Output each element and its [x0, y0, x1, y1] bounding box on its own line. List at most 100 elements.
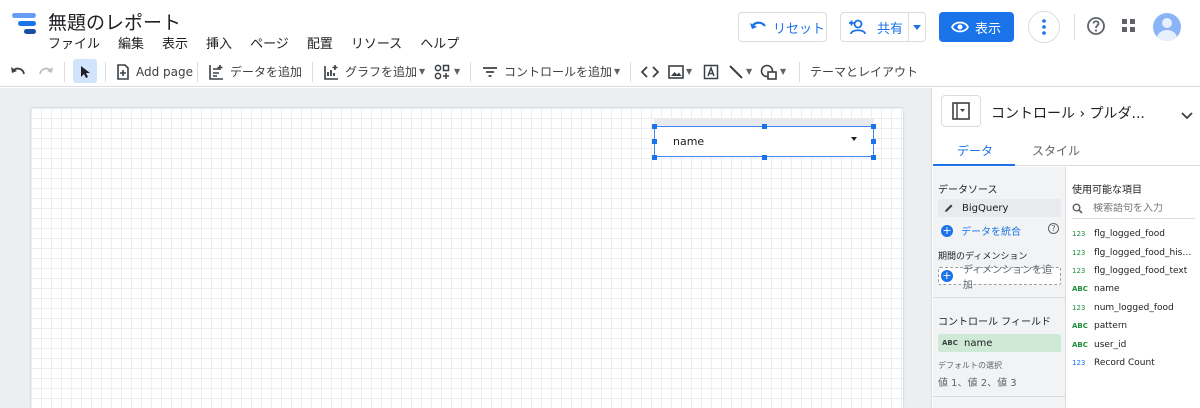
theme-layout-button[interactable]: テーマとレイアウト	[810, 56, 918, 87]
menu-arrange[interactable]: 配置	[307, 33, 333, 52]
list-item[interactable]: 123 flg_logged_food	[1072, 225, 1200, 243]
report-page[interactable]: name	[31, 108, 903, 408]
toolbar-divider	[197, 62, 198, 82]
list-item[interactable]: 123 Record Count	[1072, 354, 1200, 372]
field-name: pattern	[1094, 321, 1128, 332]
list-item[interactable]: ABC pattern	[1072, 317, 1200, 335]
blend-data-label: データを統合	[961, 227, 1021, 238]
view-label: 表示	[975, 21, 1002, 37]
menu-edit[interactable]: 編集	[118, 33, 144, 52]
field-name: num_logged_food	[1094, 302, 1174, 313]
menu-help[interactable]: ヘルプ	[420, 33, 459, 52]
available-fields-heading: 使用可能な項目	[1072, 185, 1142, 196]
tab-style[interactable]: スタイル	[1032, 142, 1080, 159]
menu-page[interactable]: ページ	[250, 33, 289, 52]
menu-view[interactable]: 表示	[162, 33, 188, 52]
add-page-button[interactable]: Add page	[116, 56, 193, 87]
add-page-label: Add page	[136, 64, 194, 79]
resize-handle[interactable]	[652, 139, 657, 144]
add-dimension-button[interactable]: + ディメンションを追加	[938, 265, 1061, 291]
resize-handle[interactable]	[762, 124, 767, 129]
undo-icon	[750, 21, 766, 29]
toolbar-divider	[64, 62, 65, 82]
field-type-abc: ABC	[942, 339, 958, 347]
add-page-icon	[117, 63, 129, 80]
control-field-chip[interactable]: ABC name	[938, 334, 1061, 352]
image-button[interactable]: ▼	[668, 56, 692, 87]
undo-icon[interactable]	[10, 56, 26, 87]
line-button[interactable]: ▼	[728, 56, 752, 87]
field-type-text: ABC	[1072, 285, 1088, 294]
reset-button[interactable]: リセット	[738, 12, 827, 42]
line-caret-icon: ▼	[746, 67, 753, 76]
blend-data-link[interactable]: + データを統合 ?	[941, 223, 1063, 238]
community-viz-button[interactable]: ▼	[434, 56, 460, 87]
chevron-down-icon[interactable]	[1181, 105, 1193, 124]
list-item[interactable]: ABC user_id	[1072, 335, 1200, 353]
dropdown-control[interactable]: name	[654, 126, 874, 157]
add-control-label: コントロールを追加	[504, 65, 613, 79]
list-item[interactable]: 123 flg_logged_food_text	[1072, 262, 1200, 280]
text-box-icon[interactable]	[703, 56, 719, 87]
default-selection-values[interactable]: 値 1、値 2、値 3	[938, 374, 1017, 389]
data-studio-logo-icon[interactable]	[12, 12, 36, 36]
field-type-text: ABC	[1072, 322, 1088, 331]
menu-bar: ファイル 編集 表示 挿入 ページ 配置 リソース ヘルプ	[48, 33, 477, 52]
more-options-icon[interactable]	[1028, 11, 1060, 43]
resize-handle[interactable]	[871, 124, 876, 129]
menu-insert[interactable]: 挿入	[206, 33, 232, 52]
menu-resource[interactable]: リソース	[351, 33, 402, 52]
add-chart-button[interactable]: グラフを追加 ▼	[323, 56, 425, 87]
field-search-input[interactable]	[1093, 203, 1193, 214]
components-icon	[434, 64, 450, 79]
share-dropdown-icon[interactable]	[909, 13, 925, 41]
list-item[interactable]: 123 num_logged_food	[1072, 299, 1200, 317]
field-type-text: ABC	[1072, 340, 1088, 349]
menu-file[interactable]: ファイル	[48, 33, 100, 52]
field-type-number: 123	[1072, 248, 1086, 257]
redo-icon[interactable]	[38, 56, 54, 87]
section-divider	[933, 297, 1066, 298]
resize-handle[interactable]	[652, 124, 657, 129]
list-item[interactable]: 123 flg_logged_food_history	[1072, 243, 1200, 261]
plus-icon: +	[941, 269, 953, 282]
eye-icon	[951, 21, 969, 33]
image-caret-icon: ▼	[686, 67, 693, 76]
resize-handle[interactable]	[871, 139, 876, 144]
resize-handle[interactable]	[652, 155, 657, 160]
default-selection-label: デフォルトの選択	[938, 361, 1002, 370]
apps-grid-icon[interactable]	[1121, 18, 1137, 38]
panel-header: コントロール › プルダ...	[933, 88, 1200, 134]
help-icon[interactable]: ?	[1048, 223, 1059, 234]
user-avatar[interactable]	[1153, 13, 1181, 41]
tab-data[interactable]: データ	[957, 142, 993, 159]
add-control-button[interactable]: コントロールを追加 ▼	[482, 56, 620, 87]
available-fields-column: 使用可能な項目 123 flg_logged_food 123 flg_logged…	[1067, 167, 1200, 408]
field-search	[1072, 199, 1195, 219]
share-button[interactable]: 共有	[841, 13, 910, 41]
field-name: name	[1094, 284, 1120, 295]
add-control-caret-icon: ▼	[614, 67, 621, 76]
shape-button[interactable]: ▼	[760, 56, 786, 87]
resize-handle[interactable]	[871, 155, 876, 160]
add-data-icon	[209, 64, 223, 80]
report-title[interactable]: 無題のレポート	[48, 8, 181, 35]
list-item[interactable]: ABC name	[1072, 280, 1200, 298]
resize-handle[interactable]	[762, 155, 767, 160]
add-chart-caret-icon: ▼	[419, 67, 426, 76]
data-source-heading: データソース	[938, 185, 998, 196]
field-name: flg_logged_food	[1094, 229, 1165, 240]
embed-code-icon[interactable]	[641, 56, 659, 87]
theme-layout-label: テーマとレイアウト	[810, 65, 919, 79]
view-button[interactable]: 表示	[939, 12, 1014, 42]
data-source-chip[interactable]: BigQuery	[938, 199, 1061, 217]
properties-panel: コントロール › プルダ... データ スタイル データソース BigQuery…	[933, 88, 1200, 408]
header-divider	[1074, 14, 1075, 40]
add-data-button[interactable]: データを追加	[208, 56, 302, 87]
section-divider	[933, 396, 1066, 397]
pencil-icon	[945, 204, 953, 212]
field-name: flg_logged_food_text	[1094, 265, 1188, 276]
line-icon	[729, 64, 743, 79]
help-icon[interactable]	[1086, 16, 1106, 40]
toolbar-divider	[799, 62, 800, 82]
